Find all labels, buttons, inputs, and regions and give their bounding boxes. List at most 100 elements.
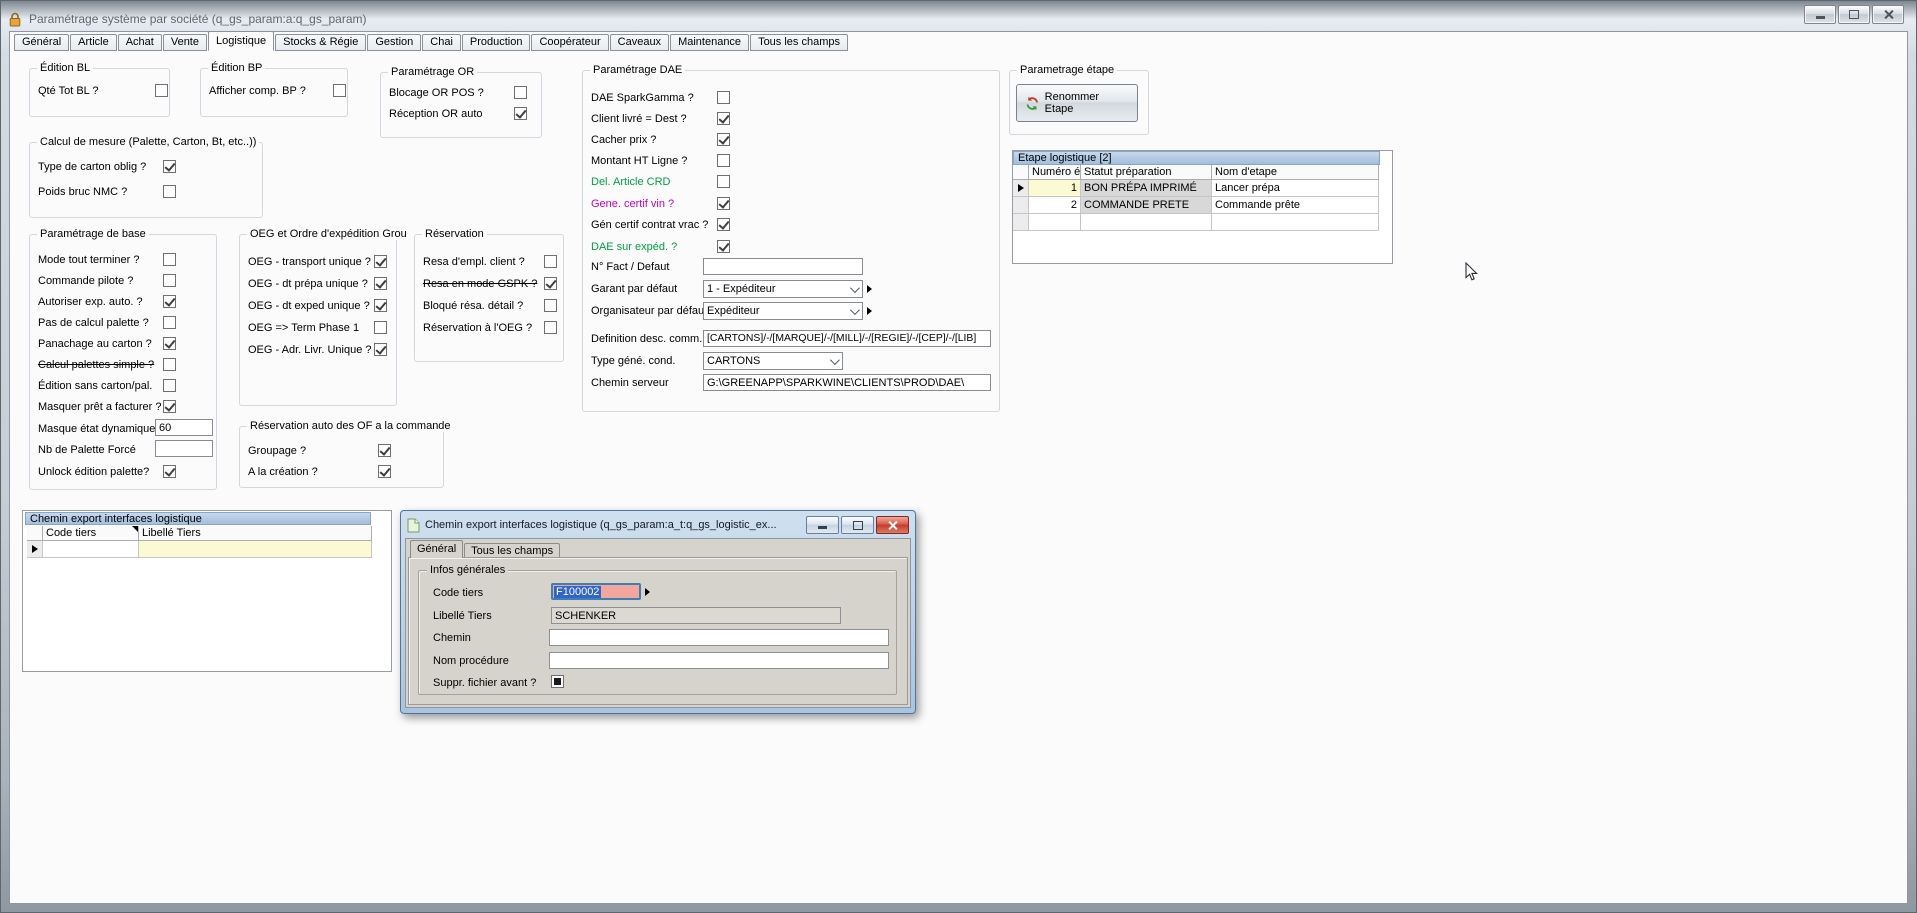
minimize-icon (818, 526, 827, 529)
masque-etat-input[interactable]: 60 (155, 419, 213, 436)
checkbox[interactable] (163, 185, 176, 198)
cell-statut[interactable]: COMMANDE PRETE (1081, 197, 1212, 214)
dialog-tab-general[interactable]: Général (410, 540, 463, 558)
dialog-minimize-button[interactable] (806, 516, 839, 534)
checkbox[interactable] (163, 274, 176, 287)
cell-libelle[interactable] (139, 541, 372, 558)
checkbox[interactable] (163, 400, 176, 413)
renommer-etape-button[interactable]: Renommer Etape (1016, 84, 1138, 122)
chemin-input[interactable] (549, 629, 889, 646)
checkbox[interactable] (514, 86, 527, 99)
cell-numero[interactable]: 1 (1029, 180, 1081, 197)
tab-production[interactable]: Production (462, 34, 531, 51)
suppr-fichier-checkbox[interactable] (551, 675, 564, 688)
table-row[interactable] (27, 541, 372, 558)
checkbox[interactable] (374, 343, 387, 356)
table-row[interactable]: 1 BON PRÉPA IMPRIMÉ Lancer prépa (1013, 180, 1380, 197)
cell-nom[interactable]: Lancer prépa (1212, 180, 1379, 197)
code-tiers-input[interactable]: F100002 (551, 583, 641, 600)
checkbox[interactable] (717, 91, 730, 104)
definition-input[interactable]: [CARTONS]/-/[MARQUE]/-/[MILL]/-/[REGIE]/… (703, 330, 991, 347)
dialog-tab-page: Infos générales Code tiers F100002 Libel… (408, 557, 908, 705)
nom-procedure-input[interactable] (549, 652, 889, 669)
checkbox[interactable] (163, 358, 176, 371)
type-gene-combo[interactable]: CARTONS (703, 352, 843, 370)
row-gutter-header (27, 526, 43, 541)
checkbox[interactable] (514, 107, 527, 120)
tab-achat[interactable]: Achat (118, 34, 162, 51)
checkbox[interactable] (717, 112, 730, 125)
group-param-or: Paramétrage OR Blocage OR POS ? Réceptio… (380, 72, 542, 138)
dialog-restore-button[interactable] (841, 516, 874, 534)
checkbox[interactable] (163, 295, 176, 308)
cell-code-tiers[interactable] (43, 541, 139, 558)
checkbox[interactable] (155, 84, 168, 97)
col-code-tiers-header[interactable]: Code tiers (43, 526, 139, 541)
checkbox[interactable] (163, 253, 176, 266)
group-title: Édition BP (208, 62, 265, 74)
minimize-button[interactable] (1804, 5, 1836, 24)
checkbox[interactable] (333, 84, 346, 97)
checkbox[interactable] (544, 277, 557, 290)
drilldown-arrow-icon[interactable] (867, 285, 872, 293)
checkbox[interactable] (374, 299, 387, 312)
rename-refresh-icon (1025, 96, 1040, 111)
close-button[interactable] (1872, 5, 1904, 24)
checkbox[interactable] (544, 321, 557, 334)
col-libelle-header[interactable]: Libellé Tiers (139, 526, 372, 541)
checkbox[interactable] (378, 465, 391, 478)
drilldown-arrow-icon[interactable] (645, 588, 650, 596)
cell-statut[interactable]: BON PRÉPA IMPRIMÉ (1081, 180, 1212, 197)
tab-caveaux[interactable]: Caveaux (610, 34, 669, 51)
group-calcul-mesure: Calcul de mesure (Palette, Carton, Bt, e… (29, 142, 263, 218)
checkbox-label: OEG - dt exped unique ? (248, 300, 370, 312)
tab-logistique[interactable]: Logistique (208, 31, 274, 51)
checkbox[interactable] (378, 444, 391, 457)
nb-palette-input[interactable] (155, 440, 213, 457)
checkbox[interactable] (163, 160, 176, 173)
checkbox[interactable] (717, 133, 730, 146)
checkbox[interactable] (717, 197, 730, 210)
tab-gestion[interactable]: Gestion (367, 34, 421, 51)
checkbox[interactable] (163, 465, 176, 478)
tab-cooperateur[interactable]: Coopérateur (531, 34, 608, 51)
checkbox[interactable] (717, 175, 730, 188)
col-numero-header[interactable]: Numéro ét (1029, 165, 1081, 180)
chemin-serveur-input[interactable]: G:\GREENAPP\SPARKWINE\CLIENTS\PROD\DAE\ (703, 374, 991, 391)
checkbox[interactable] (544, 255, 557, 268)
col-statut-header[interactable]: Statut préparation (1081, 165, 1212, 180)
table-row[interactable]: 2 COMMANDE PRETE Commande prête (1013, 197, 1380, 214)
checkbox[interactable] (717, 240, 730, 253)
cell-nom[interactable]: Commande prête (1212, 197, 1379, 214)
nfact-input[interactable] (703, 258, 863, 275)
checkbox[interactable] (163, 316, 176, 329)
close-icon (1884, 10, 1893, 19)
tab-chai[interactable]: Chai (422, 34, 461, 51)
checkbox[interactable] (717, 154, 730, 167)
tab-general[interactable]: Général (14, 34, 69, 51)
dialog-title: Chemin export interfaces logistique (q_g… (425, 519, 777, 531)
restore-button[interactable] (1838, 5, 1870, 24)
tab-tous-les-champs[interactable]: Tous les champs (750, 34, 848, 51)
tab-maintenance[interactable]: Maintenance (670, 34, 749, 51)
checkbox[interactable] (374, 277, 387, 290)
dialog-close-button[interactable] (876, 516, 909, 534)
tab-stocks-regie[interactable]: Stocks & Régie (275, 34, 366, 51)
checkbox[interactable] (374, 321, 387, 334)
libelle-tiers-input[interactable]: SCHENKER (551, 607, 841, 624)
organisateur-combo[interactable]: Expéditeur (703, 302, 863, 320)
checkbox-label: Gén certif contrat vrac ? (591, 219, 708, 231)
checkbox[interactable] (717, 218, 730, 231)
drilldown-arrow-icon[interactable] (867, 307, 872, 315)
checkbox[interactable] (544, 299, 557, 312)
checkbox[interactable] (374, 255, 387, 268)
checkbox[interactable] (163, 379, 176, 392)
col-nom-header[interactable]: Nom d'etape (1212, 165, 1379, 180)
cell-numero[interactable]: 2 (1029, 197, 1081, 214)
tab-vente[interactable]: Vente (163, 34, 207, 51)
dialog-tab-tous-les-champs[interactable]: Tous les champs (464, 543, 560, 558)
table-row-empty[interactable] (1013, 214, 1380, 231)
tab-article[interactable]: Article (70, 34, 117, 51)
checkbox[interactable] (163, 337, 176, 350)
garant-combo[interactable]: 1 - Expéditeur (703, 280, 863, 298)
